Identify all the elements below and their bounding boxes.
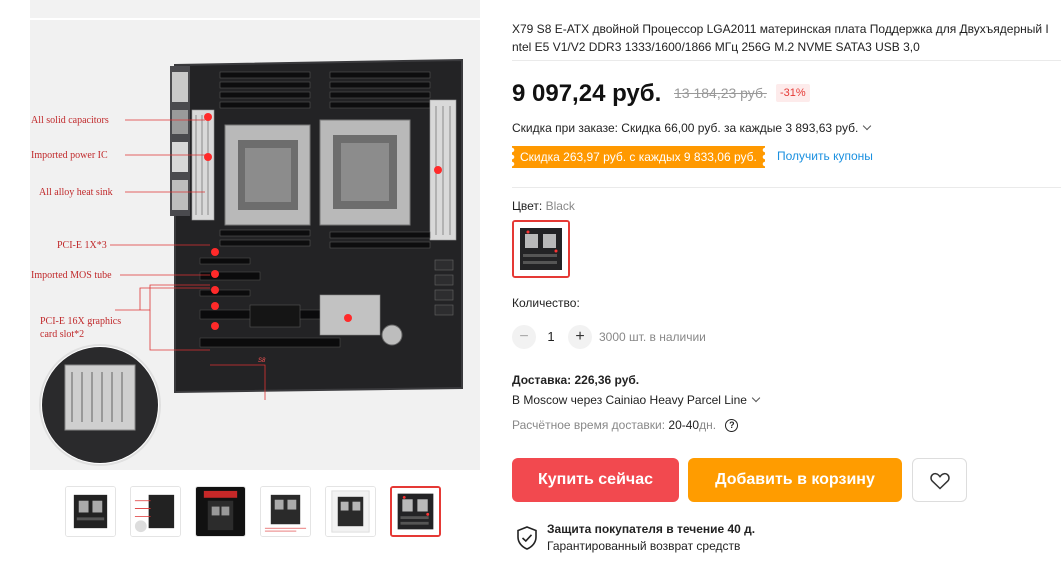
callout-pcie-16x: PCI-E 16X graphics: [40, 316, 122, 327]
color-swatch-black[interactable]: [512, 220, 570, 278]
callout-mos-tube: Imported MOS tube: [31, 270, 112, 281]
old-price: 13 184,23 руб.: [674, 85, 767, 101]
board-label: S8: [258, 358, 266, 364]
thumbnail-4[interactable]: [260, 486, 311, 537]
stock-count: 3000 шт. в наличии: [599, 330, 706, 344]
get-coupons-link[interactable]: Получить купоны: [777, 149, 873, 163]
delivery-route-dropdown[interactable]: В Moscow через Cainiao Heavy Parcel Line: [512, 393, 761, 407]
wishlist-button[interactable]: [912, 458, 967, 502]
delivery-route-text: В Moscow через Cainiao Heavy Parcel Line: [512, 393, 747, 407]
thumbnail-5[interactable]: [325, 486, 376, 537]
color-label: Цвет: Black: [512, 199, 575, 213]
help-icon[interactable]: ?: [725, 419, 739, 432]
quantity-label: Количество:: [512, 296, 580, 310]
delivery-eta-label: Расчётное время доставки:: [512, 418, 666, 432]
delivery-cost: Доставка: 226,36 руб.: [512, 373, 640, 387]
add-to-cart-button[interactable]: Добавить в корзину: [688, 458, 902, 502]
callout-solid-capacitors: All solid capacitors: [31, 115, 109, 126]
thumbnail-2[interactable]: [130, 486, 181, 537]
gallery-top-strip: [30, 0, 480, 18]
discount-badge: -31%: [776, 84, 810, 102]
order-discount-dropdown[interactable]: Скидка при заказе: Скидка 66,00 руб. за …: [512, 121, 872, 135]
thumbnail-3[interactable]: [195, 486, 246, 537]
delivery-eta-value: 20-40: [668, 418, 700, 432]
delivery-eta-unit: дн.: [699, 418, 717, 432]
quantity-decrease-button[interactable]: −: [512, 325, 536, 349]
color-label-text: Цвет:: [512, 199, 543, 213]
product-main-image[interactable]: S8 All solid capacitors Imported power I…: [30, 20, 480, 470]
product-title-line-2: ntel E5 V1/V2 DDR3 1333/1600/1866 МГц 25…: [512, 40, 920, 54]
callout-pcie-16x-count: card slot*2: [40, 329, 85, 340]
divider: [512, 187, 1061, 188]
chevron-down-icon: [863, 121, 872, 131]
color-value: Black: [545, 199, 575, 213]
callout-heat-sink: All alloy heat sink: [39, 187, 113, 198]
product-title-line-1: X79 S8 E-ATX двойной Процессор LGA2011 м…: [512, 22, 1049, 36]
buyer-protection-title: Защита покупателя в течение 40 д.: [547, 522, 756, 536]
order-discount-text: Скидка при заказе: Скидка 66,00 руб. за …: [512, 121, 859, 135]
buy-now-button[interactable]: Купить сейчас: [512, 458, 679, 502]
thumbnail-6-selected[interactable]: [390, 486, 441, 537]
current-price: 9 097,24 руб.: [512, 80, 662, 107]
buyer-protection-subtitle: Гарантированный возврат средств: [547, 539, 741, 553]
shield-check-icon: [517, 526, 537, 550]
callout-power-ic: Imported power IC: [31, 150, 108, 161]
product-title: X79 S8 E-ATX двойной Процессор LGA2011 м…: [512, 20, 1061, 56]
callout-pcie-1x: PCI-E 1X*3: [57, 240, 107, 251]
heart-icon: [930, 472, 950, 490]
chevron-down-icon: [751, 393, 761, 403]
quantity-increase-button[interactable]: +: [568, 325, 592, 349]
delivery-eta: Расчётное время доставки: 20-40дн. ?: [512, 418, 739, 433]
thumbnail-1[interactable]: [65, 486, 116, 537]
quantity-value[interactable]: 1: [543, 329, 559, 344]
coupon-badge: Скидка 263,97 руб. с каждых 9 833,06 руб…: [512, 146, 765, 168]
divider: [512, 60, 1061, 61]
